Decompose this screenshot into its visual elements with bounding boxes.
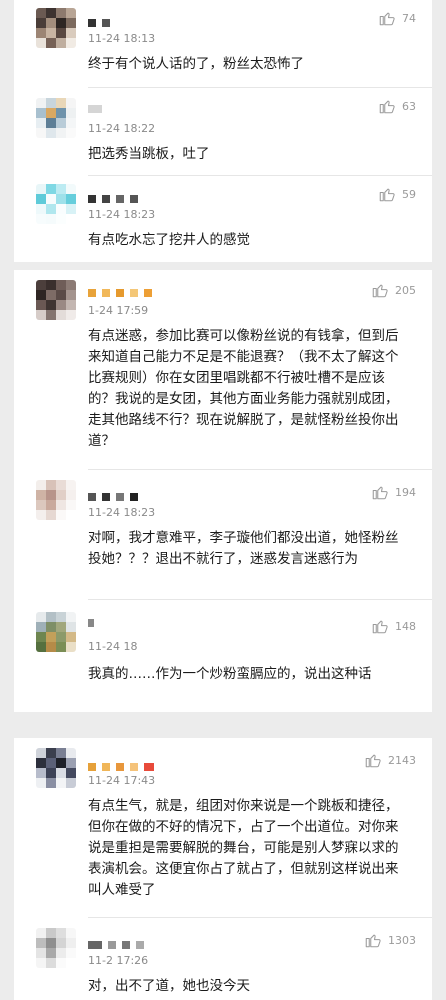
avatar[interactable] [36, 480, 76, 520]
like-button[interactable]: 63 [378, 96, 416, 116]
comment-item: 11-24 17:43 2143 有点生气，就是，组团对你来说是一个跳板和捷径，… [14, 738, 432, 918]
comment-text: 有点生气，就是，组团对你来说是一个跳板和捷径，但你在做的不好的情况下，占了一个出… [88, 798, 399, 898]
comment-text: 对，出不了道，她也没今天 [88, 978, 250, 994]
thumbs-up-icon [372, 486, 388, 500]
like-count: 2143 [388, 753, 416, 767]
thumbs-up-icon [379, 100, 395, 114]
thumbs-up-icon [379, 188, 395, 202]
comment-item: 11-24 18:22 63 把选秀当跳板，吐了 [14, 88, 432, 176]
comment-time: 11-24 18:13 [88, 32, 156, 45]
avatar[interactable] [36, 98, 76, 138]
like-button[interactable]: 194 [371, 482, 416, 502]
comment-time: 11-2 17:26 [88, 954, 149, 967]
comment-text: 有点吃水忘了挖井人的感觉 [88, 232, 250, 248]
comment-item: 1-24 17:59 205 有点迷惑，参加比赛可以像粉丝说的有钱拿，但到后来知… [14, 270, 432, 470]
comment-time: 11-24 18:23 [88, 208, 156, 221]
like-button[interactable]: 74 [378, 8, 416, 28]
username-redacted[interactable] [88, 188, 144, 203]
username-redacted[interactable] [88, 612, 100, 627]
thumbs-up-icon [372, 284, 388, 298]
comment-panel-1: 11-24 18:13 74 终于有个说人话的了，粉丝太恐怖了 11-24 18… [14, 0, 432, 262]
avatar[interactable] [36, 280, 76, 320]
comment-item: 11-24 18:23 194 对啊，我才意难平，李子璇他们都没出道，她怪粉丝投… [14, 470, 432, 600]
comment-panel-3: 11-24 17:43 2143 有点生气，就是，组团对你来说是一个跳板和捷径，… [14, 738, 432, 1000]
thumbs-up-icon [379, 12, 395, 26]
comment-time: 1-24 17:59 [88, 304, 149, 317]
like-button[interactable]: 205 [371, 280, 416, 300]
username-redacted[interactable] [88, 98, 108, 113]
comment-text: 我真的……作为一个炒粉蛮膈应的，说出这种话 [88, 666, 372, 682]
comments-page: { "comments": [ {"time": "11-24 18:13", … [0, 0, 446, 1000]
comment-text: 把选秀当跳板，吐了 [88, 146, 210, 162]
like-count: 59 [402, 187, 416, 201]
username-redacted[interactable] [88, 756, 160, 771]
comment-item: 11-2 17:26 1303 对，出不了道，她也没今天 [14, 918, 432, 1000]
like-button[interactable]: 2143 [364, 750, 416, 770]
comment-panel-2: 1-24 17:59 205 有点迷惑，参加比赛可以像粉丝说的有钱拿，但到后来知… [14, 270, 432, 712]
thumbs-up-icon [372, 620, 388, 634]
like-count: 148 [395, 619, 416, 633]
avatar[interactable] [36, 8, 76, 48]
like-count: 1303 [388, 933, 416, 947]
like-count: 194 [395, 485, 416, 499]
comment-time: 11-24 18 [88, 640, 138, 653]
like-button[interactable]: 148 [371, 616, 416, 636]
comment-time: 11-24 17:43 [88, 774, 156, 787]
comment-text: 有点迷惑，参加比赛可以像粉丝说的有钱拿，但到后来知道自己能力不足是不能退赛？（我… [88, 328, 399, 449]
username-redacted[interactable] [88, 12, 116, 27]
comment-text: 对啊，我才意难平，李子璇他们都没出道，她怪粉丝投她？？？退出不就行了，迷惑发言迷… [88, 530, 399, 567]
comment-item: 11-24 18 148 我真的……作为一个炒粉蛮膈应的，说出这种话 [14, 600, 432, 712]
comment-item: 11-24 18:23 59 有点吃水忘了挖井人的感觉 [14, 176, 432, 262]
username-redacted[interactable] [88, 486, 144, 501]
like-count: 63 [402, 99, 416, 113]
thumbs-up-icon [365, 934, 381, 948]
like-button[interactable]: 59 [378, 184, 416, 204]
username-redacted[interactable] [88, 934, 150, 949]
avatar[interactable] [36, 748, 76, 788]
like-count: 74 [402, 11, 416, 25]
comment-time: 11-24 18:23 [88, 506, 156, 519]
comment-time: 11-24 18:22 [88, 122, 156, 135]
avatar[interactable] [36, 612, 76, 652]
like-button[interactable]: 1303 [364, 930, 416, 950]
avatar[interactable] [36, 928, 76, 968]
username-redacted[interactable] [88, 282, 158, 297]
thumbs-up-icon [365, 754, 381, 768]
like-count: 205 [395, 283, 416, 297]
comment-item: 11-24 18:13 74 终于有个说人话的了，粉丝太恐怖了 [14, 0, 432, 88]
comment-text: 终于有个说人话的了，粉丝太恐怖了 [88, 56, 304, 72]
avatar[interactable] [36, 184, 76, 224]
